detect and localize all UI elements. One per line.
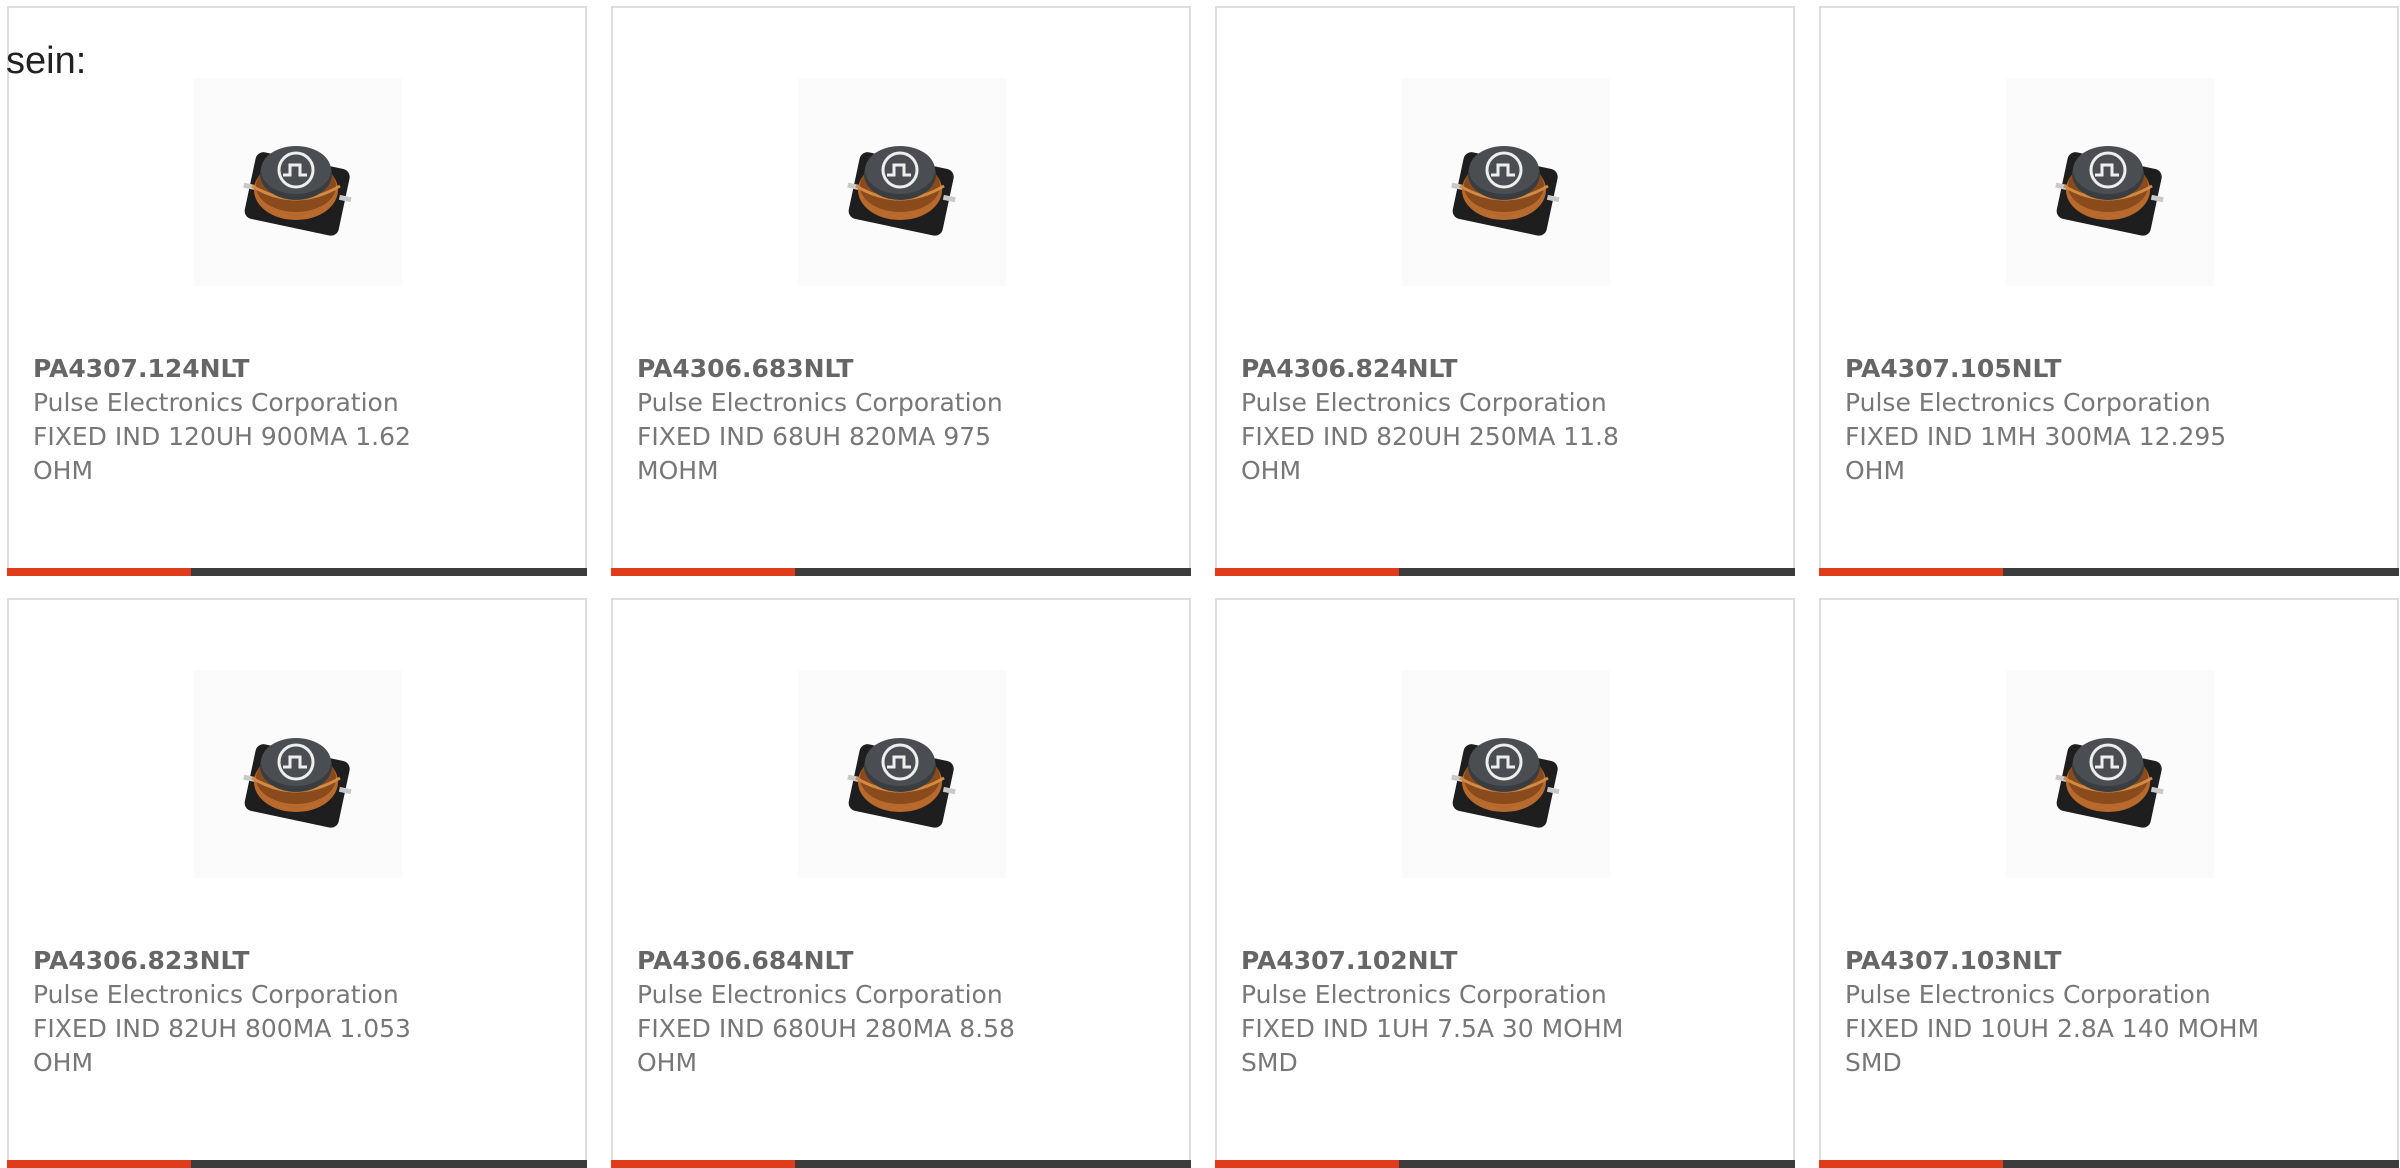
product-image[interactable] xyxy=(2006,78,2214,286)
manufacturer: Pulse Electronics Corporation xyxy=(1845,980,2211,1009)
description-line: FIXED IND 820UH 250MA 11.8 xyxy=(1241,422,1619,451)
description-line: OHM xyxy=(33,456,94,485)
product-info: PA4307.103NLT Pulse Electronics Corporat… xyxy=(1845,944,2265,1080)
description-line: MOHM xyxy=(637,456,719,485)
card-bottom-bar xyxy=(611,1160,1191,1168)
part-number[interactable]: PA4306.823NLT xyxy=(33,944,453,978)
inductor-icon xyxy=(2055,146,2164,236)
description-line: OHM xyxy=(33,1048,94,1077)
card-bottom-bar xyxy=(1819,568,2399,576)
intro-text: sein: xyxy=(6,40,87,82)
product-image[interactable] xyxy=(1402,78,1610,286)
card-bottom-bar xyxy=(1215,568,1795,576)
card-accent-bar xyxy=(7,568,191,576)
inductor-icon xyxy=(847,146,956,236)
product-info: PA4306.683NLT Pulse Electronics Corporat… xyxy=(637,352,1057,488)
card-bottom-bar xyxy=(7,568,587,576)
card-accent-bar xyxy=(611,568,795,576)
card-accent-bar xyxy=(1215,1160,1399,1168)
product-image[interactable] xyxy=(1402,670,1610,878)
product-grid: PA4307.124NLT Pulse Electronics Corporat… xyxy=(7,6,2399,1168)
inductor-icon xyxy=(243,738,352,828)
description-line: FIXED IND 82UH 800MA 1.053 xyxy=(33,1014,411,1043)
inductor-icon xyxy=(1451,146,1560,236)
description-line: FIXED IND 1UH 7.5A 30 MOHM xyxy=(1241,1014,1624,1043)
product-info: PA4307.105NLT Pulse Electronics Corporat… xyxy=(1845,352,2265,488)
product-info: PA4307.102NLT Pulse Electronics Corporat… xyxy=(1241,944,1661,1080)
inductor-icon xyxy=(847,738,956,828)
product-card[interactable]: PA4307.105NLT Pulse Electronics Corporat… xyxy=(1819,6,2399,576)
description-line: OHM xyxy=(1845,456,1906,485)
manufacturer: Pulse Electronics Corporation xyxy=(1241,980,1607,1009)
product-info: PA4306.684NLT Pulse Electronics Corporat… xyxy=(637,944,1057,1080)
description-line: FIXED IND 120UH 900MA 1.62 xyxy=(33,422,411,451)
product-card[interactable]: PA4307.124NLT Pulse Electronics Corporat… xyxy=(7,6,587,576)
description-line: SMD xyxy=(1845,1048,1902,1077)
card-accent-bar xyxy=(1819,1160,2003,1168)
part-number[interactable]: PA4306.684NLT xyxy=(637,944,1057,978)
product-card[interactable]: PA4306.824NLT Pulse Electronics Corporat… xyxy=(1215,6,1795,576)
product-info: PA4307.124NLT Pulse Electronics Corporat… xyxy=(33,352,453,488)
part-number[interactable]: PA4307.103NLT xyxy=(1845,944,2265,978)
product-info: PA4306.823NLT Pulse Electronics Corporat… xyxy=(33,944,453,1080)
part-number[interactable]: PA4307.102NLT xyxy=(1241,944,1661,978)
product-image[interactable] xyxy=(194,670,402,878)
product-card[interactable]: PA4306.823NLT Pulse Electronics Corporat… xyxy=(7,598,587,1168)
card-bottom-bar xyxy=(7,1160,587,1168)
description-line: OHM xyxy=(637,1048,698,1077)
part-number[interactable]: PA4306.824NLT xyxy=(1241,352,1661,386)
card-accent-bar xyxy=(1819,568,2003,576)
product-info: PA4306.824NLT Pulse Electronics Corporat… xyxy=(1241,352,1661,488)
product-card[interactable]: PA4307.103NLT Pulse Electronics Corporat… xyxy=(1819,598,2399,1168)
description-line: FIXED IND 680UH 280MA 8.58 xyxy=(637,1014,1015,1043)
product-card[interactable]: PA4306.683NLT Pulse Electronics Corporat… xyxy=(611,6,1191,576)
description-line: FIXED IND 1MH 300MA 12.295 xyxy=(1845,422,2227,451)
card-accent-bar xyxy=(611,1160,795,1168)
manufacturer: Pulse Electronics Corporation xyxy=(637,388,1003,417)
product-card[interactable]: PA4307.102NLT Pulse Electronics Corporat… xyxy=(1215,598,1795,1168)
product-image[interactable] xyxy=(2006,670,2214,878)
manufacturer: Pulse Electronics Corporation xyxy=(1241,388,1607,417)
product-image[interactable] xyxy=(194,78,402,286)
description-line: OHM xyxy=(1241,456,1302,485)
card-bottom-bar xyxy=(1819,1160,2399,1168)
inductor-icon xyxy=(1451,738,1560,828)
manufacturer: Pulse Electronics Corporation xyxy=(33,980,399,1009)
product-image[interactable] xyxy=(798,78,1006,286)
description-line: SMD xyxy=(1241,1048,1298,1077)
manufacturer: Pulse Electronics Corporation xyxy=(637,980,1003,1009)
part-number[interactable]: PA4307.105NLT xyxy=(1845,352,2265,386)
description-line: FIXED IND 68UH 820MA 975 xyxy=(637,422,992,451)
inductor-icon xyxy=(243,146,352,236)
part-number[interactable]: PA4307.124NLT xyxy=(33,352,453,386)
part-number[interactable]: PA4306.683NLT xyxy=(637,352,1057,386)
inductor-icon xyxy=(2055,738,2164,828)
manufacturer: Pulse Electronics Corporation xyxy=(1845,388,2211,417)
card-bottom-bar xyxy=(611,568,1191,576)
card-accent-bar xyxy=(1215,568,1399,576)
card-accent-bar xyxy=(7,1160,191,1168)
description-line: FIXED IND 10UH 2.8A 140 MOHM xyxy=(1845,1014,2260,1043)
card-bottom-bar xyxy=(1215,1160,1795,1168)
product-image[interactable] xyxy=(798,670,1006,878)
manufacturer: Pulse Electronics Corporation xyxy=(33,388,399,417)
product-card[interactable]: PA4306.684NLT Pulse Electronics Corporat… xyxy=(611,598,1191,1168)
